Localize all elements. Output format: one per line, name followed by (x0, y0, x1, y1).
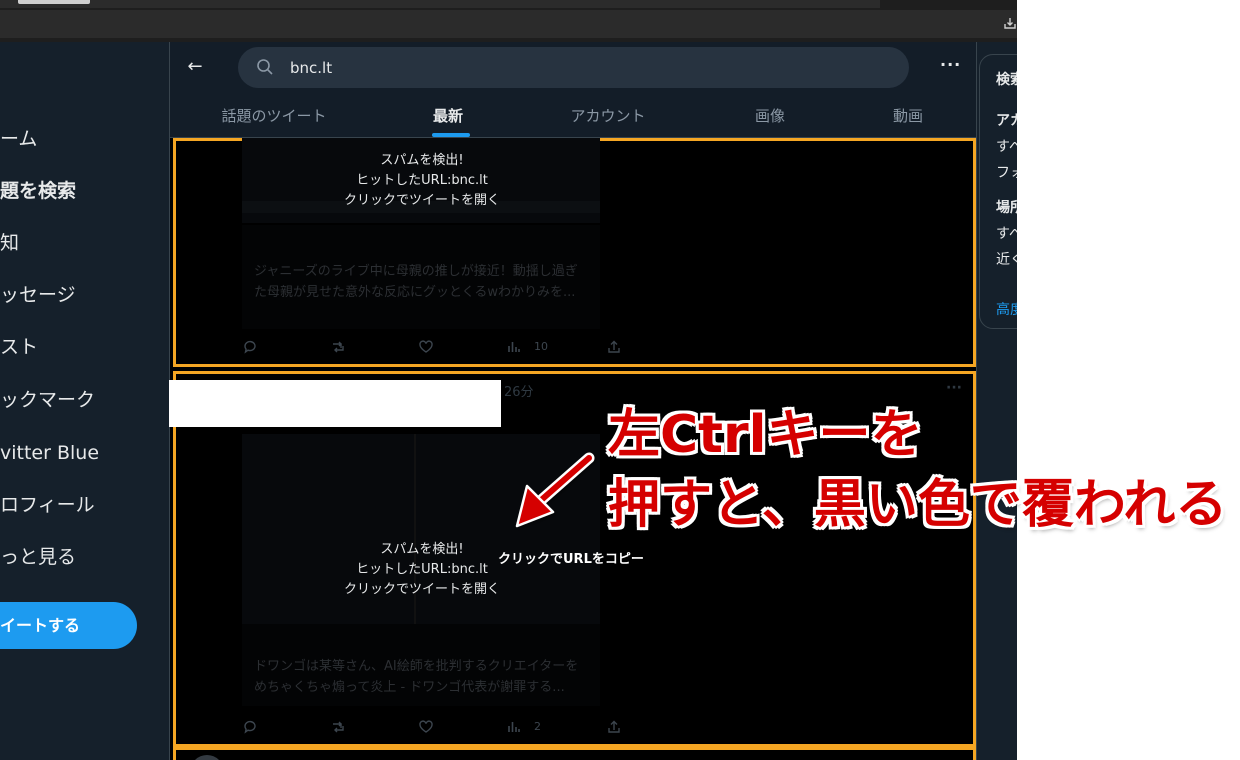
toolbar (0, 10, 1017, 38)
filter-section-people: アカ (996, 113, 1017, 129)
active-tab-indicator[interactable] (18, 0, 90, 4)
nav-home[interactable]: ーム (0, 123, 37, 155)
browser-top-bar (0, 0, 1017, 42)
active-tab-underline (432, 133, 470, 137)
tweet-time: 26分 (504, 385, 534, 400)
nav-profile[interactable]: ロフィール (0, 489, 95, 521)
link-card-line: ジャニーズのライブ中に母親の推しが接近！動揺し過ぎ (254, 264, 578, 279)
reply-icon[interactable] (242, 719, 258, 735)
search-icon (257, 59, 273, 75)
annotation: 左Ctrlキーを 押すと、黒い色で覆われる (608, 392, 1240, 535)
tab-accounts[interactable]: アカウント (548, 102, 668, 138)
annotation-line-1: 左Ctrlキーを (608, 405, 923, 465)
retweet-icon[interactable] (330, 719, 346, 735)
link-card-line: た母親が見せた意外な反応にグッとくるwわかりみを... (254, 285, 576, 300)
search-input[interactable] (290, 55, 850, 80)
retweet-icon[interactable] (330, 339, 346, 355)
filter-option[interactable]: フォ (996, 162, 1017, 182)
nav-messages[interactable]: ッセージ (0, 279, 76, 311)
filter-option[interactable]: すべ (996, 136, 1017, 156)
like-icon[interactable] (418, 339, 434, 355)
back-arrow-icon[interactable]: ← (184, 56, 206, 78)
tweet-button[interactable]: イートする (0, 602, 137, 649)
search-box[interactable] (238, 47, 909, 88)
browser-window: ーム 題を検索 知 ッセージ スト ックマーク vitter Blue ロフィー… (0, 0, 1017, 760)
spam-notice-title: スパムを検出! (380, 153, 464, 168)
views-count: 10 (534, 340, 548, 353)
annotation-arrow-icon (515, 452, 595, 528)
left-navigation: ーム 題を検索 知 ッセージ スト ックマーク vitter Blue ロフィー… (0, 42, 168, 760)
link-card-title: ジャニーズのライブ中に母親の推しが接近！動揺し過ぎ た母親が見せた意外な反応にグ… (254, 261, 594, 303)
like-icon[interactable] (418, 719, 434, 735)
redacted-username (169, 380, 501, 427)
spam-notice-open: クリックでツイートを開く (343, 582, 500, 597)
tab-strip (0, 0, 880, 8)
link-card-title: ドワンゴは某等さん、AI絵師を批判するクリエイターを めちゃくちゃ煽って炎上 -… (254, 656, 594, 698)
advanced-search-link[interactable]: 高度 (996, 299, 1017, 319)
tab-videos[interactable]: 動画 (868, 102, 948, 138)
filter-option[interactable]: 近く (996, 249, 1017, 269)
share-icon[interactable] (606, 339, 622, 355)
search-filter-panel: 検索 アカ すべ フォ 場所 すべ 近く 高度 (979, 54, 1017, 329)
tweet-actions: 2 (242, 719, 642, 737)
share-icon[interactable] (606, 719, 622, 735)
views-icon[interactable] (506, 719, 522, 735)
views-icon[interactable] (506, 339, 522, 355)
filter-title: 検索 (996, 72, 1017, 88)
nav-notifications[interactable]: 知 (0, 227, 19, 259)
spam-notice[interactable]: スパムを検出! ヒットしたURL:bnc.lt クリックでツイートを開く (242, 151, 602, 211)
views-count: 2 (534, 720, 541, 733)
spam-notice-url: ヒットしたURL:bnc.lt (356, 173, 488, 188)
search-header: ← ··· 話題のツイート 最新 アカウント 画像 動画 (170, 42, 976, 138)
download-icon[interactable] (1003, 16, 1017, 30)
nav-twitter-blue[interactable]: vitter Blue (0, 437, 99, 469)
tweet-actions: 10 (242, 339, 642, 357)
tab-images[interactable]: 画像 (730, 102, 810, 138)
nav-bookmarks[interactable]: ックマーク (0, 384, 95, 416)
nav-more[interactable]: っと見る (0, 541, 76, 573)
nav-explore[interactable]: 題を検索 (0, 175, 76, 207)
spam-notice-open: クリックでツイートを開く (343, 193, 500, 208)
more-options-icon[interactable]: ··· (940, 55, 961, 74)
nav-lists[interactable]: スト (0, 331, 38, 363)
filter-option[interactable]: すべ (996, 223, 1017, 243)
tab-top[interactable]: 話題のツイート (190, 102, 358, 138)
reply-icon[interactable] (242, 339, 258, 355)
tweet-overlay[interactable] (173, 747, 976, 760)
tweet-overlay[interactable]: スパムを検出! ヒットしたURL:bnc.lt クリックでツイートを開く ジャニ… (173, 138, 976, 367)
filter-section-location: 場所 (996, 200, 1017, 216)
link-card-line: ドワンゴは某等さん、AI絵師を批判するクリエイターを (254, 659, 579, 674)
annotation-line-2: 押すと、黒い色で覆われる (608, 475, 1228, 535)
link-card-line: めちゃくちゃ煽って炎上 - ドワンゴ代表が謝罪する... (254, 680, 565, 695)
copy-url-label[interactable]: クリックでURLをコピー (498, 548, 644, 567)
